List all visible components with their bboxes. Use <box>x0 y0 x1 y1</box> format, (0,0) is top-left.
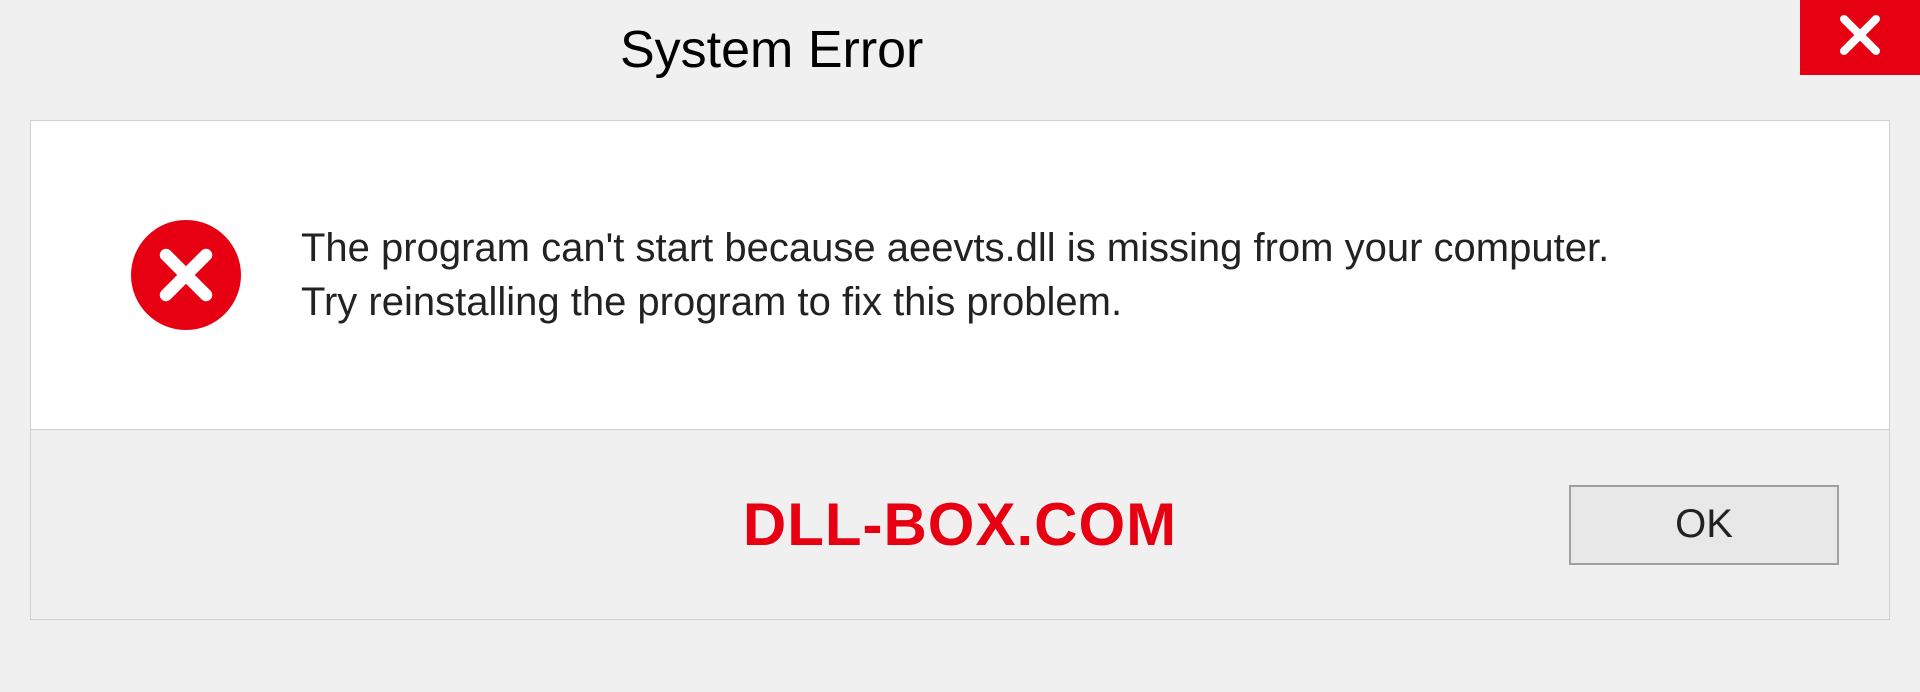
ok-button[interactable]: OK <box>1569 485 1839 565</box>
close-icon <box>1836 11 1884 64</box>
watermark-text: DLL-BOX.COM <box>743 490 1177 559</box>
error-message: The program can't start because aeevts.d… <box>301 221 1609 329</box>
dialog-title: System Error <box>620 0 923 80</box>
error-message-line1: The program can't start because aeevts.d… <box>301 221 1609 275</box>
dialog-titlebar: System Error <box>0 0 1920 100</box>
dialog-content: The program can't start because aeevts.d… <box>30 120 1890 430</box>
error-message-line2: Try reinstalling the program to fix this… <box>301 275 1609 329</box>
error-icon <box>131 220 241 330</box>
dialog-footer: DLL-BOX.COM OK <box>30 430 1890 620</box>
close-button[interactable] <box>1800 0 1920 75</box>
